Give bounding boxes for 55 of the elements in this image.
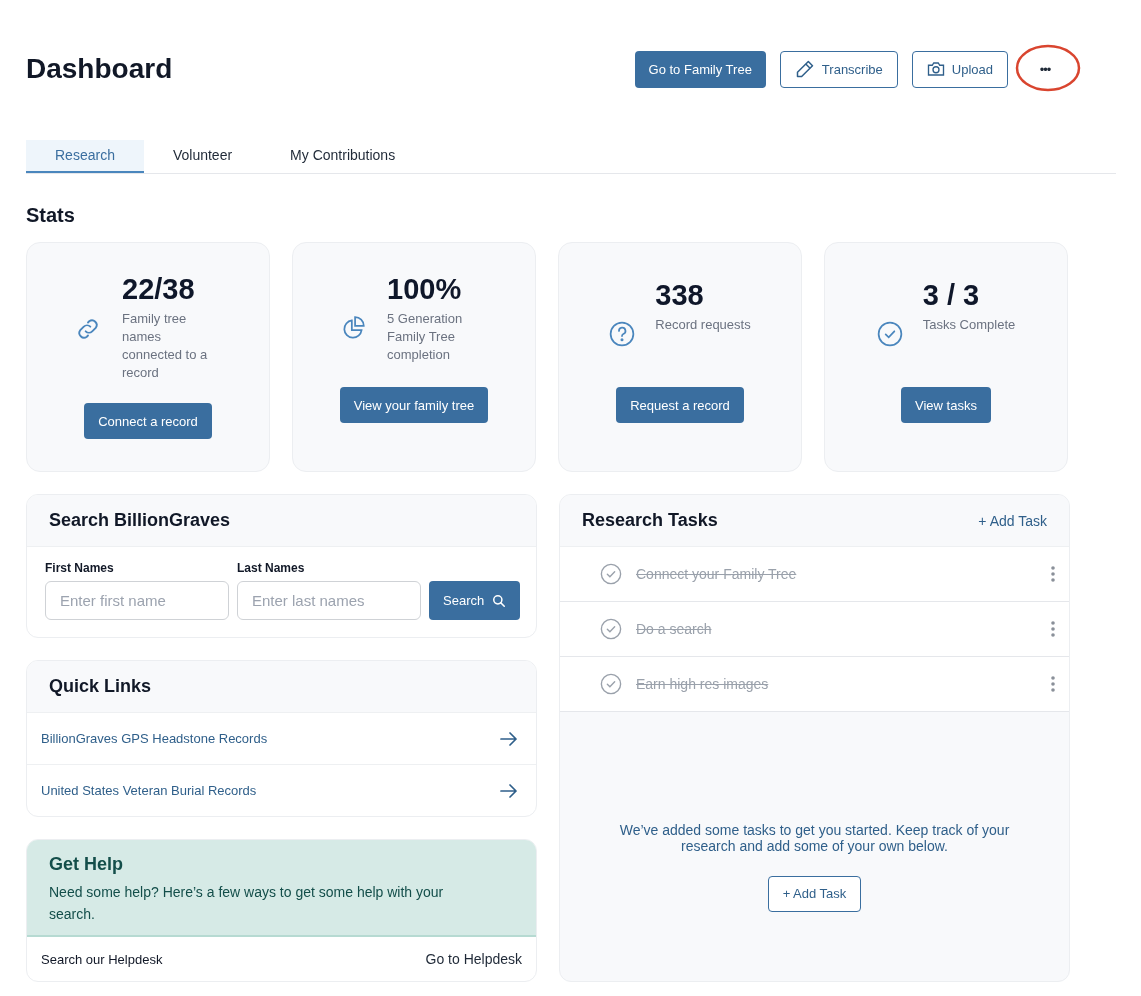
card-title: Get Help bbox=[49, 854, 124, 875]
stat-value: 100% bbox=[387, 273, 463, 306]
quick-link[interactable]: BillionGraves GPS Headstone Records bbox=[41, 731, 268, 746]
tab[interactable]: My Contributions bbox=[261, 140, 425, 173]
field-label: First Names bbox=[45, 561, 115, 575]
helpdesk-label: Search our Helpdesk bbox=[41, 951, 163, 967]
name-input-field[interactable]: Enter last names bbox=[237, 581, 421, 620]
page-title: Dashboard bbox=[26, 53, 173, 85]
pie-chart-icon bbox=[341, 315, 367, 341]
name-input-field[interactable]: Enter first name bbox=[45, 581, 229, 620]
pencil-icon bbox=[794, 59, 815, 79]
camera-icon bbox=[926, 61, 945, 77]
card-title: Quick Links bbox=[49, 676, 152, 697]
upload-button[interactable]: Upload bbox=[911, 50, 1008, 88]
task-label: Do a search bbox=[636, 621, 713, 637]
task-label: Earn high res images bbox=[636, 676, 770, 692]
quick-link[interactable]: United States Veteran Burial Records bbox=[41, 783, 257, 798]
transcribe-button[interactable]: Transcribe bbox=[779, 50, 898, 88]
stat-label: Tasks Complete bbox=[922, 316, 1016, 334]
search-button[interactable]: Search bbox=[429, 581, 521, 620]
stat-action-button[interactable]: Connect a record bbox=[84, 403, 212, 439]
check-circle-icon[interactable] bbox=[600, 673, 622, 695]
stat-action-button[interactable]: View tasks bbox=[901, 387, 991, 423]
stat-value: 338 bbox=[655, 279, 705, 312]
kebab-menu-icon[interactable] bbox=[1051, 676, 1055, 692]
card-title: Search BillionGraves bbox=[49, 510, 231, 531]
field-label: Last Names bbox=[237, 561, 306, 575]
tab[interactable]: Volunteer bbox=[143, 140, 262, 173]
stat-value: 3 / 3 bbox=[922, 279, 981, 312]
check-circle-icon[interactable] bbox=[600, 618, 622, 640]
question-icon bbox=[609, 321, 636, 347]
stat-action-button[interactable]: View your family tree bbox=[339, 387, 489, 423]
stat-label: Family tree names connected to a record bbox=[122, 310, 209, 382]
stat-label: 5 Generation Family Tree completion bbox=[387, 310, 464, 364]
stat-value: 22/38 bbox=[122, 273, 196, 306]
stat-action-button[interactable]: Request a record bbox=[616, 387, 744, 423]
go-to-family-tree-button[interactable]: Go to Family Tree bbox=[634, 50, 766, 88]
kebab-menu-icon[interactable] bbox=[1051, 566, 1055, 582]
add-task-link[interactable]: + Add Task bbox=[978, 512, 1047, 529]
section-title: Stats bbox=[26, 204, 76, 227]
arrow-right-icon[interactable] bbox=[500, 782, 518, 799]
task-label: Connect your Family Tree bbox=[636, 566, 798, 582]
card-title: Research Tasks bbox=[582, 510, 718, 531]
help-text: Need some help? Here’s a few ways to get some help with your search. bbox=[49, 883, 445, 924]
stat-label: Record requests bbox=[655, 316, 751, 334]
helpdesk-link[interactable]: Go to Helpdesk bbox=[425, 951, 522, 967]
add-task-button[interactable]: + Add Task bbox=[767, 875, 862, 912]
more-options-button[interactable]: ••• bbox=[1035, 59, 1055, 79]
check-circle-icon[interactable] bbox=[600, 563, 622, 585]
arrow-right-icon[interactable] bbox=[500, 730, 518, 747]
check-circle-icon bbox=[876, 321, 903, 347]
kebab-menu-icon[interactable] bbox=[1051, 621, 1055, 637]
search-icon bbox=[492, 593, 507, 608]
empty-tasks-message: We’ve added some tasks to get you started. Keep track of your research and add some of your own below. bbox=[618, 821, 1011, 854]
tab[interactable]: Research bbox=[26, 140, 144, 173]
